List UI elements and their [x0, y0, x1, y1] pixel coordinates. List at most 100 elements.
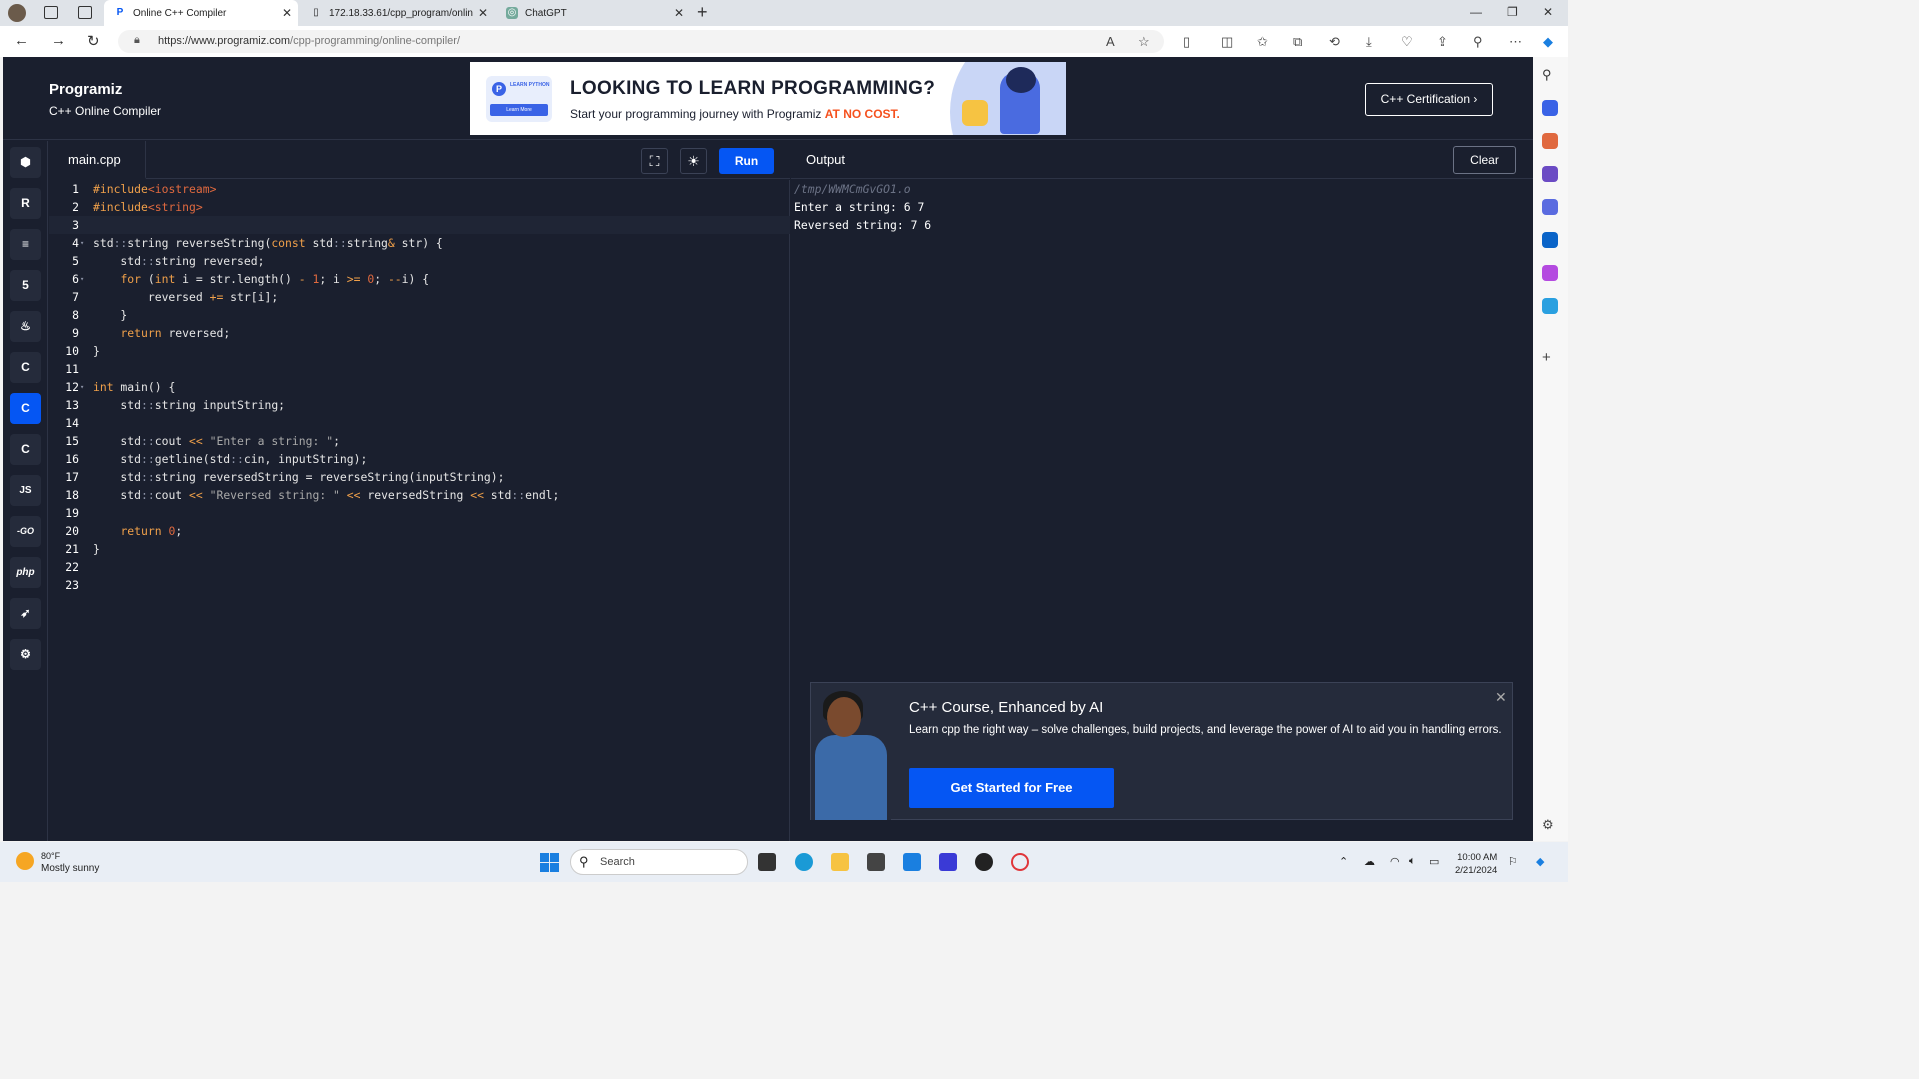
minimize-icon[interactable]: —	[1470, 5, 1482, 19]
url-field[interactable]: 🔒︎ https://www.programiz.com/cpp-program…	[118, 30, 1164, 53]
drop-icon[interactable]	[1542, 298, 1558, 314]
html5-icon[interactable]: 5	[10, 270, 41, 301]
code-line[interactable]: 23	[49, 576, 790, 594]
cpp-certification-button[interactable]: C++ Certification ›	[1365, 83, 1493, 116]
tab-cpp-program[interactable]: ▯ 172.18.33.61/cpp_program/onlin ✕	[300, 0, 494, 26]
battery-icon[interactable]: ▭	[1429, 855, 1439, 868]
c-language-icon[interactable]: C	[10, 352, 41, 383]
app-u-icon[interactable]	[975, 853, 993, 871]
code-line[interactable]: 8 }	[49, 306, 790, 324]
favorites-icon[interactable]: ✩	[1257, 34, 1268, 50]
code-line[interactable]: 20 return 0;	[49, 522, 790, 540]
code-line[interactable]: 17 std::string reversedString = reverseS…	[49, 468, 790, 486]
code-line[interactable]: 7 reversed += str[i];	[49, 288, 790, 306]
code-line[interactable]: 22	[49, 558, 790, 576]
close-promo-icon[interactable]: ✕	[1495, 689, 1507, 706]
close-tab-icon[interactable]: ✕	[478, 6, 488, 20]
show-hidden-icon[interactable]: ⌃	[1339, 855, 1348, 868]
code-line[interactable]: 18 std::cout << "Reversed string: " << r…	[49, 486, 790, 504]
browser-essentials-icon[interactable]: ♡	[1401, 34, 1413, 50]
profile-avatar[interactable]	[8, 4, 26, 22]
microsoft365-icon[interactable]	[1542, 199, 1558, 215]
refresh-icon[interactable]: ↻	[87, 32, 100, 50]
fullscreen-icon[interactable]: ⛶	[641, 148, 668, 174]
code-line[interactable]: 21}	[49, 540, 790, 558]
workspaces-icon[interactable]	[44, 6, 58, 19]
clear-button[interactable]: Clear	[1453, 146, 1516, 174]
java-icon[interactable]: ♨	[10, 311, 41, 342]
sql-database-icon[interactable]: ≡	[10, 229, 41, 260]
go-icon[interactable]: -GO	[10, 516, 41, 547]
share-icon[interactable]: ⇪	[1437, 34, 1448, 50]
read-aloud-icon[interactable]: A	[1106, 34, 1115, 49]
more-menu-icon[interactable]: ⋯	[1509, 34, 1522, 50]
code-line[interactable]: 1 #include<iostream>	[49, 180, 790, 198]
code-editor[interactable]: 1 #include<iostream> 2 #include<string> 3 4 ▾ s…	[49, 180, 790, 841]
rust-icon[interactable]: ⚙	[10, 639, 41, 670]
php-icon[interactable]: php	[10, 557, 41, 588]
close-window-icon[interactable]: ✕	[1543, 5, 1553, 19]
task-view-icon[interactable]	[758, 853, 776, 871]
code-line[interactable]: 16 std::getline(std::cin, inputString);	[49, 450, 790, 468]
code-line[interactable]: 9 return reversed;	[49, 324, 790, 342]
file-explorer-icon[interactable]	[831, 853, 849, 871]
code-line[interactable]: 6 ▾ for (int i = str.length() - 1; i >= 0…	[49, 270, 790, 288]
fold-arrow-icon[interactable]: ▾	[80, 270, 90, 288]
add-sidebar-app-icon[interactable]: +	[1542, 349, 1558, 366]
back-icon[interactable]: ←	[14, 32, 29, 49]
fold-arrow-icon[interactable]: ▾	[80, 378, 90, 396]
edge-app-icon[interactable]	[795, 853, 813, 871]
games-icon[interactable]	[1542, 166, 1558, 182]
code-line[interactable]: 13 std::string inputString;	[49, 396, 790, 414]
opera-icon[interactable]	[1011, 853, 1029, 871]
theme-toggle-icon[interactable]: ☀	[680, 148, 707, 174]
outlook-icon[interactable]	[1542, 232, 1558, 248]
shopping-icon[interactable]	[1542, 100, 1558, 116]
new-tab-icon[interactable]: +	[697, 2, 708, 23]
code-line[interactable]: 5 std::string reversed;	[49, 252, 790, 270]
search-icon[interactable]: ⚲	[1542, 67, 1558, 83]
wifi-icon[interactable]: ◠	[1390, 855, 1400, 868]
extensions-icon[interactable]: ⚲	[1473, 34, 1483, 50]
code-line[interactable]: 15 std::cout << "Enter a string: ";	[49, 432, 790, 450]
python-icon[interactable]: ⬢	[10, 147, 41, 178]
downloads-icon[interactable]: ⤓	[1366, 34, 1372, 50]
vs-icon[interactable]	[939, 853, 957, 871]
volume-icon[interactable]: 🔈︎	[1409, 855, 1416, 868]
close-tab-icon[interactable]: ✕	[282, 6, 292, 20]
sidebar-settings-icon[interactable]: ⚙	[1542, 817, 1558, 833]
weather-sun-icon[interactable]	[16, 852, 34, 870]
get-started-button[interactable]: Get Started for Free	[909, 768, 1114, 808]
code-line[interactable]: 12 ▾ int main() {	[49, 378, 790, 396]
close-tab-icon[interactable]: ✕	[674, 6, 684, 20]
swift-icon[interactable]: ➶	[10, 598, 41, 629]
code-line[interactable]: 4 ▾ std::string reverseString(const std::s…	[49, 234, 790, 252]
code-line[interactable]: 2 #include<string>	[49, 198, 790, 216]
tab-online-cpp-compiler[interactable]: P Online C++ Compiler ✕	[104, 0, 298, 26]
collections-icon[interactable]: ⧉	[1293, 34, 1302, 50]
store-icon[interactable]	[903, 853, 921, 871]
run-button[interactable]: Run	[719, 148, 774, 174]
cpp-language-icon[interactable]: C	[10, 393, 41, 424]
restore-icon[interactable]: ❐	[1507, 5, 1518, 19]
code-line[interactable]: 14	[49, 414, 790, 432]
tab-chatgpt[interactable]: ◎ ChatGPT ✕	[496, 0, 690, 26]
programiz-logo[interactable]: Programiz	[49, 81, 122, 98]
copilot-taskbar-icon[interactable]: ◆	[1536, 855, 1544, 868]
clock[interactable]: 10:00 AM 2/21/2024	[1455, 851, 1497, 877]
r-language-icon[interactable]: R	[10, 188, 41, 219]
code-line[interactable]: 19	[49, 504, 790, 522]
history-icon[interactable]: ⟲	[1329, 34, 1340, 50]
code-line[interactable]: 3	[49, 216, 790, 234]
app-icon[interactable]	[867, 853, 885, 871]
code-line[interactable]: 11	[49, 360, 790, 378]
onedrive-icon[interactable]: ☁	[1364, 855, 1375, 868]
split-screen-icon[interactable]: ◫	[1221, 34, 1233, 50]
learn-more-button[interactable]: Learn More	[490, 104, 548, 116]
copilot-icon[interactable]: ◆	[1543, 34, 1553, 50]
windows-start-icon[interactable]	[540, 853, 559, 872]
designer-icon[interactable]	[1542, 265, 1558, 281]
javascript-icon[interactable]: JS	[10, 475, 41, 506]
forward-icon[interactable]: →	[51, 32, 66, 49]
fold-arrow-icon[interactable]: ▾	[80, 234, 90, 252]
